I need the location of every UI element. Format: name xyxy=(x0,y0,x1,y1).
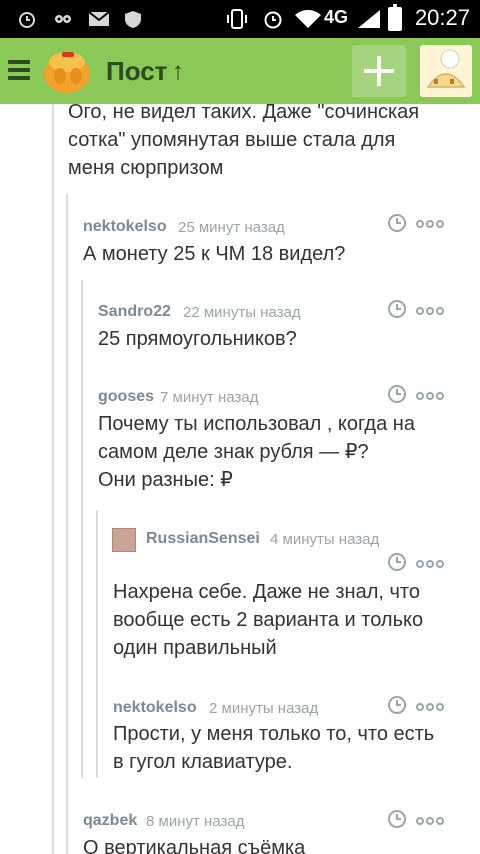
comment-text: 25 прямоугольников? xyxy=(98,328,297,350)
thread-line xyxy=(81,280,83,778)
add-post-button[interactable] xyxy=(352,45,406,97)
comment-time: 22 минуты назад xyxy=(183,304,301,321)
comment-text: О вертикальная съёмка xyxy=(83,837,306,854)
thread-line xyxy=(52,104,54,854)
logo-icon xyxy=(44,52,90,93)
comment-author[interactable]: nektokelso xyxy=(83,218,167,236)
comment-text: Прости, у меня только то, что есть xyxy=(113,723,435,745)
comment-time: 7 минут назад xyxy=(160,389,259,406)
more-icon[interactable] xyxy=(416,560,446,570)
mail-icon xyxy=(88,11,110,26)
menu-icon[interactable] xyxy=(8,60,30,80)
comment-author[interactable]: gooses xyxy=(98,388,154,406)
clock-icon[interactable] xyxy=(388,300,406,318)
clock-time: 20:27 xyxy=(414,5,470,30)
profile-avatar[interactable] xyxy=(420,45,472,97)
comment-text: меня сюрпризом xyxy=(68,157,224,179)
comment-time: 8 минут назад xyxy=(146,813,245,830)
comment-thread: Ого, не видел таких. Даже "сочинская сот… xyxy=(0,104,480,854)
more-icon[interactable] xyxy=(416,703,446,713)
comment-text: в гугол клавиатуре. xyxy=(113,751,293,773)
network-type: 4G xyxy=(324,7,349,27)
comment-text: Ого, не видел таких. Даже "сочинская xyxy=(68,104,420,123)
vibrate-icon xyxy=(227,9,247,29)
more-icon[interactable] xyxy=(416,817,446,827)
more-icon[interactable] xyxy=(416,220,446,230)
comment-author[interactable]: RussianSensei xyxy=(146,530,260,548)
thread-line xyxy=(96,510,98,778)
comment-time: 25 минут назад xyxy=(178,219,285,236)
clock-icon[interactable] xyxy=(388,553,406,571)
up-arrow-icon[interactable]: ↑ xyxy=(172,58,184,86)
comment-author[interactable]: nektokelso xyxy=(113,699,197,717)
status-bar: 4G 20:27 xyxy=(0,0,480,38)
comment-text: Почему ты использовал , когда на xyxy=(98,413,415,435)
comment-text: Они разные: ₽ xyxy=(98,469,233,491)
comment-text: А монету 25 к ЧМ 18 видел? xyxy=(83,243,346,265)
wifi-icon xyxy=(295,9,321,28)
page-title: Пост xyxy=(106,56,168,86)
comment-text: самом деле знак рубля — ₽? xyxy=(98,441,369,463)
thread-line xyxy=(66,194,68,854)
owl-icon xyxy=(55,15,71,23)
comment-text: сотка" упомянутая выше стала для xyxy=(68,129,396,151)
more-icon[interactable] xyxy=(416,392,446,402)
clock-icon[interactable] xyxy=(388,810,406,828)
app-bar: Пост ↑ xyxy=(0,38,480,104)
comment-author[interactable]: qazbek xyxy=(83,812,137,830)
clock-icon[interactable] xyxy=(388,385,406,403)
alarm-clock-icon xyxy=(264,11,282,29)
shield-icon xyxy=(125,11,141,28)
clock-icon[interactable] xyxy=(388,214,406,232)
comment-time: 4 минуты назад xyxy=(270,531,380,548)
battery-icon xyxy=(388,4,402,31)
comment-text: вообще есть 2 варианта и только xyxy=(113,609,424,631)
comment-time: 2 минуты назад xyxy=(209,700,319,717)
more-icon[interactable] xyxy=(416,307,446,317)
comment-author[interactable]: Sandro22 xyxy=(98,303,171,321)
signal-icon xyxy=(358,10,380,28)
alarm-icon xyxy=(19,12,35,28)
clock-icon[interactable] xyxy=(388,696,406,714)
comment-text: один правильный xyxy=(113,637,277,659)
user-avatar[interactable] xyxy=(112,528,136,552)
comment-text: Нахрена себе. Даже не знал, что xyxy=(113,581,420,603)
